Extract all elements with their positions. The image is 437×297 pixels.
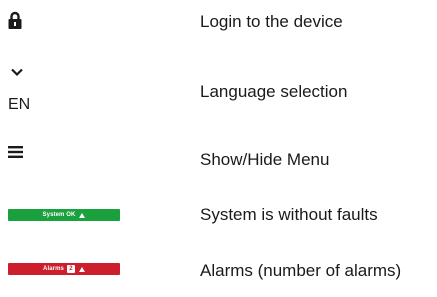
alarms-icon-cell: Alarms 2	[8, 257, 158, 297]
legend-row-system-ok: System OK System is without faults	[0, 203, 437, 243]
menu-icon-cell	[8, 142, 158, 182]
lock-icon[interactable]	[8, 11, 22, 29]
system-ok-description: System is without faults	[200, 205, 378, 224]
warning-triangle-icon	[78, 266, 85, 272]
alarms-badge[interactable]: Alarms 2	[8, 263, 120, 275]
system-ok-badge[interactable]: System OK	[8, 209, 120, 221]
alarms-description: Alarms (number of alarms)	[200, 261, 402, 280]
system-ok-badge-label: System OK	[42, 212, 76, 218]
legend-row-menu: Show/Hide Menu	[0, 142, 437, 182]
legend-row-alarms: Alarms 2 Alarms (number of alarms)	[0, 257, 437, 297]
login-icon-cell	[8, 6, 158, 46]
language-current-value[interactable]: EN	[8, 96, 30, 114]
language-description: Language selection	[200, 82, 348, 101]
system-ok-icon-cell: System OK	[8, 203, 158, 243]
warning-triangle-icon	[79, 212, 86, 218]
login-description: Login to the device	[200, 12, 343, 31]
legend-row-language: EN Language selection	[0, 66, 437, 118]
alarms-badge-label: Alarms	[43, 266, 64, 272]
chevron-down-icon[interactable]	[11, 68, 23, 77]
alarm-count-badge: 2	[66, 265, 75, 273]
legend-row-login: Login to the device	[0, 6, 437, 46]
hamburger-menu-icon[interactable]	[8, 146, 23, 158]
language-icon-cell[interactable]: EN	[8, 66, 158, 113]
menu-description: Show/Hide Menu	[200, 150, 330, 169]
